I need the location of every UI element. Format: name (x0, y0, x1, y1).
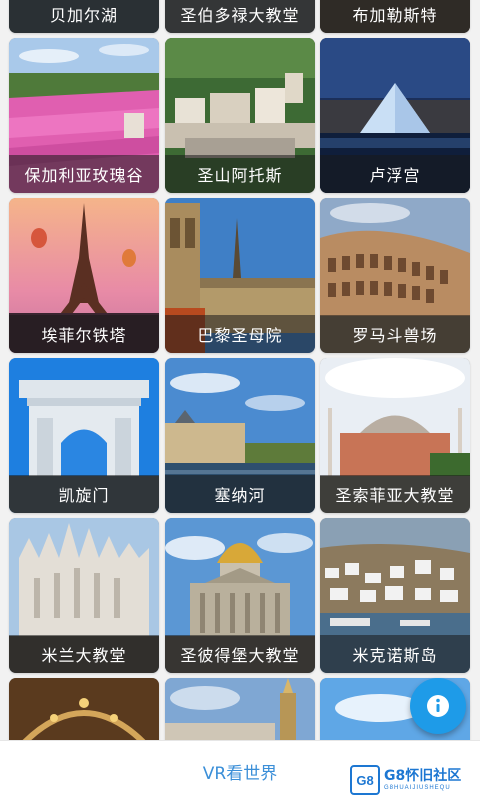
landmark-card-partial-1[interactable] (9, 678, 159, 740)
landmark-label-bar: 布加勒斯特 (320, 0, 470, 33)
landmark-label-bar: 凯旋门 (9, 475, 159, 513)
landmark-card-milan-cathedral[interactable]: 米兰大教堂 (9, 518, 159, 673)
landmark-label: 凯旋门 (58, 486, 110, 505)
landmark-label-bar: 圣山阿托斯 (165, 155, 315, 193)
landmark-card-louvre[interactable]: 卢浮宫 (320, 38, 470, 193)
landmark-label-bar: 米克诺斯岛 (320, 635, 470, 673)
landmark-card-partial-2[interactable] (165, 678, 315, 740)
landmark-card-seine[interactable]: 塞纳河 (165, 358, 315, 513)
landmark-card-eiffel[interactable]: 埃菲尔铁塔 (9, 198, 159, 353)
landmark-label: 圣索菲亚大教堂 (335, 486, 455, 505)
landmark-label: 圣伯多禄大教堂 (180, 6, 300, 25)
landmark-card-baikal[interactable]: 贝加尔湖 (9, 0, 159, 33)
landmark-label-bar: 圣索菲亚大教堂 (320, 475, 470, 513)
landmark-label: 圣彼得堡大教堂 (180, 646, 300, 665)
watermark-text: G8怀旧社区 G8HUAIJIUSHEQU (384, 769, 461, 791)
landmark-card-arc-de-triomphe[interactable]: 凯旋门 (9, 358, 159, 513)
landmark-card-hagia-sophia[interactable]: 圣索菲亚大教堂 (320, 358, 470, 513)
landmark-card-rose-valley[interactable]: 保加利亚玫瑰谷 (9, 38, 159, 193)
landmark-grid: 贝加尔湖 圣伯多禄大教堂 布加勒斯特 保加利亚玫瑰谷 圣山阿托斯 卢浮宫 埃菲尔… (0, 0, 480, 740)
landmark-label-bar: 罗马斗兽场 (320, 315, 470, 353)
landmark-image (165, 678, 315, 740)
landmark-image (9, 678, 159, 740)
landmark-label: 卢浮宫 (369, 166, 421, 185)
landmark-label: 圣山阿托斯 (197, 166, 283, 185)
landmark-label-bar: 圣伯多禄大教堂 (165, 0, 315, 33)
landmark-card-colosseum[interactable]: 罗马斗兽场 (320, 198, 470, 353)
landmark-label-bar: 米兰大教堂 (9, 635, 159, 673)
watermark-badge: G8 (350, 765, 380, 795)
landmark-card-notre-dame[interactable]: 巴黎圣母院 (165, 198, 315, 353)
info-icon (427, 695, 449, 717)
watermark-main: G8怀旧社区 (384, 768, 462, 784)
landmark-label-bar: 巴黎圣母院 (165, 315, 315, 353)
watermark-logo: G8 G8怀旧社区 G8HUAIJIUSHEQU (350, 764, 475, 796)
landmark-label: 埃菲尔铁塔 (41, 326, 127, 345)
landmark-label: 保加利亚玫瑰谷 (24, 166, 144, 185)
landmark-label: 布加勒斯特 (352, 6, 438, 25)
landmark-label: 贝加尔湖 (49, 6, 118, 25)
landmark-label-bar: 埃菲尔铁塔 (9, 315, 159, 353)
landmark-label: 塞纳河 (214, 486, 266, 505)
landmark-label-bar: 圣彼得堡大教堂 (165, 635, 315, 673)
landmark-label: 米兰大教堂 (41, 646, 127, 665)
info-button[interactable] (410, 678, 466, 734)
landmark-card-mount-athos[interactable]: 圣山阿托斯 (165, 38, 315, 193)
landmark-label: 巴黎圣母院 (197, 326, 283, 345)
landmark-card-mykonos[interactable]: 米克诺斯岛 (320, 518, 470, 673)
landmark-label: 罗马斗兽场 (352, 326, 438, 345)
landmark-card-st-peters[interactable]: 圣伯多禄大教堂 (165, 0, 315, 33)
landmark-label-bar: 塞纳河 (165, 475, 315, 513)
landmark-label: 米克诺斯岛 (352, 646, 438, 665)
landmark-label-bar: 卢浮宫 (320, 155, 470, 193)
landmark-label-bar: 贝加尔湖 (9, 0, 159, 33)
landmark-card-bucharest[interactable]: 布加勒斯特 (320, 0, 470, 33)
landmark-card-st-petersburg-cathedral[interactable]: 圣彼得堡大教堂 (165, 518, 315, 673)
watermark-sub: G8HUAIJIUSHEQU (384, 785, 451, 791)
landmark-label-bar: 保加利亚玫瑰谷 (9, 155, 159, 193)
